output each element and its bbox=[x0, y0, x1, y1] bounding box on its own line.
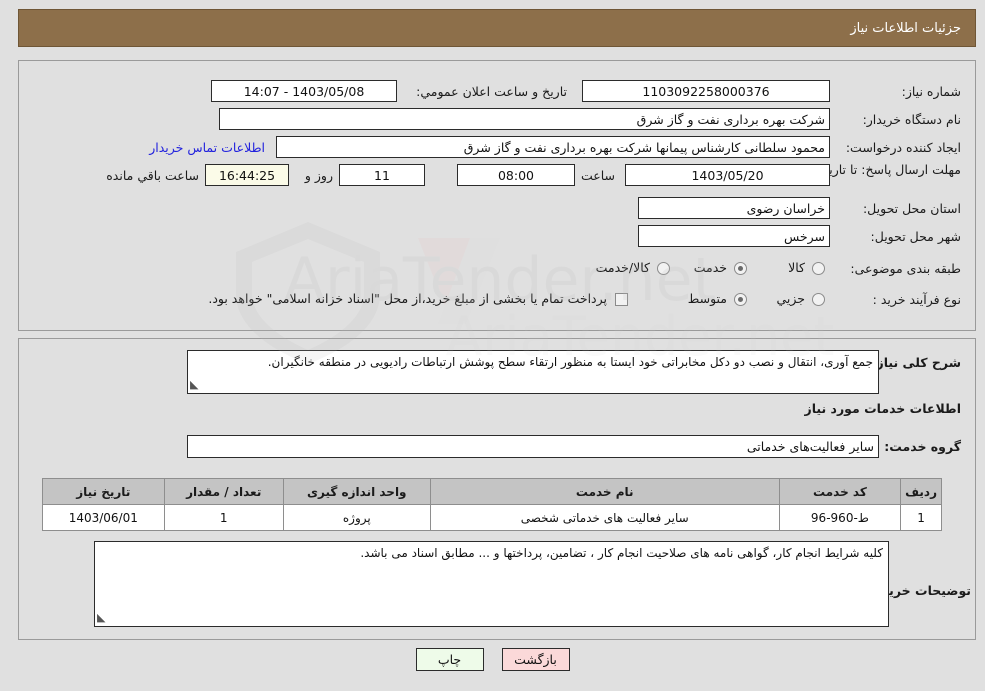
announce-datetime-field[interactable]: 1403/05/08 - 14:07 bbox=[211, 80, 397, 102]
table-row: 1 ط-960-96 سایر فعالیت های خدماتی شخصی پ… bbox=[42, 504, 942, 531]
cell-date: 1403/06/01 bbox=[42, 504, 165, 531]
th-qty: تعداد / مقدار bbox=[163, 478, 284, 505]
cell-row: 1 bbox=[900, 504, 942, 531]
category-radio-khedmat[interactable] bbox=[734, 262, 747, 275]
deadline-hour-field[interactable]: 08:00 bbox=[457, 164, 575, 186]
deadline-hour-label: ساعت bbox=[580, 168, 615, 183]
th-date: تاریخ نیاز bbox=[42, 478, 165, 505]
services-table: ردیف کد خدمت نام خدمت واحد اندازه گیری ت… bbox=[42, 478, 942, 531]
announce-label: تاریخ و ساعت اعلان عمومي: bbox=[416, 84, 567, 99]
treasury-docs-checkbox[interactable] bbox=[615, 293, 628, 306]
print-button[interactable]: چاپ bbox=[415, 648, 484, 671]
deadline-days-field[interactable]: 11 bbox=[339, 164, 425, 186]
category-radio-kala[interactable] bbox=[812, 262, 825, 275]
resize-grip-icon-notes[interactable]: ◢ bbox=[97, 610, 105, 626]
category-option-label-1: خدمت bbox=[693, 260, 727, 275]
th-unit: واحد اندازه گیری bbox=[282, 478, 431, 505]
buyer-org-label: نام دستگاه خریدار: bbox=[862, 112, 961, 127]
process-radio-jozie[interactable] bbox=[812, 293, 825, 306]
need-summary-textarea[interactable]: جمع آوری، انتقال و نصب دو دکل مخابراتی خ… bbox=[187, 350, 879, 394]
page-title: جزئیات اطلاعات نیاز bbox=[850, 20, 961, 36]
th-name: نام خدمت bbox=[429, 478, 780, 505]
buyer-notes-text: کلیه شرایط انجام کار، گواهی نامه های صلا… bbox=[360, 546, 883, 560]
need-summary-text: جمع آوری، انتقال و نصب دو دکل مخابراتی خ… bbox=[267, 355, 873, 369]
resize-grip-icon[interactable]: ◢ bbox=[190, 377, 198, 393]
page-root: جزئیات اطلاعات نیاز شماره نیاز: 11030922… bbox=[0, 0, 985, 691]
page-header: جزئیات اطلاعات نیاز bbox=[18, 9, 976, 47]
deadline-label: مهلت ارسال پاسخ: تا تاریخ: bbox=[816, 162, 961, 177]
category-label: طبقه بندی موضوعی: bbox=[850, 261, 961, 276]
creator-field[interactable]: محمود سلطانی کارشناس پیمانها شرکت بهره ب… bbox=[276, 136, 830, 158]
city-field[interactable]: سرخس bbox=[638, 225, 830, 247]
deadline-date-field[interactable]: 1403/05/20 bbox=[625, 164, 830, 186]
cell-name: سایر فعالیت های خدماتی شخصی bbox=[429, 504, 780, 531]
service-group-label: گروه خدمت: bbox=[884, 439, 961, 454]
need-number-field[interactable]: 1103092258000376 bbox=[582, 80, 830, 102]
buyer-org-field[interactable]: شرکت بهره برداری نفت و گاز شرق bbox=[219, 108, 830, 130]
deadline-countdown-field: 16:44:25 bbox=[205, 164, 289, 186]
th-code: کد خدمت bbox=[778, 478, 902, 505]
category-option-label-0: کالا bbox=[788, 260, 805, 275]
th-row: ردیف bbox=[900, 478, 942, 505]
category-radio-kala-khedmat[interactable] bbox=[657, 262, 670, 275]
services-info-heading: اطلاعات خدمات مورد نیاز bbox=[804, 401, 962, 416]
buyer-notes-textarea[interactable]: کلیه شرایط انجام کار، گواهی نامه های صلا… bbox=[94, 541, 889, 627]
city-label: شهر محل تحویل: bbox=[870, 229, 961, 244]
need-info-panel: شماره نیاز: 1103092258000376 تاریخ و ساع… bbox=[18, 60, 976, 331]
purchase-process-label: نوع فرآیند خرید : bbox=[872, 292, 961, 307]
need-summary-label: شرح کلی نیاز: bbox=[871, 355, 961, 370]
category-option-label-2: کالا/خدمت bbox=[595, 260, 650, 275]
buyer-contact-link[interactable]: اطلاعات تماس خریدار bbox=[149, 140, 265, 155]
cell-qty: 1 bbox=[163, 504, 284, 531]
province-field[interactable]: خراسان رضوی bbox=[638, 197, 830, 219]
province-label: استان محل تحویل: bbox=[862, 201, 961, 216]
deadline-countdown-suffix: ساعت باقي مانده bbox=[106, 168, 199, 183]
need-number-label: شماره نیاز: bbox=[901, 84, 961, 99]
button-bar: بازگشت چاپ bbox=[0, 648, 985, 671]
process-option-label-1: متوسط bbox=[687, 291, 727, 306]
back-button[interactable]: بازگشت bbox=[501, 648, 570, 671]
deadline-days-suffix: روز و bbox=[304, 168, 333, 183]
cell-unit: پروژه bbox=[282, 504, 431, 531]
treasury-docs-label: پرداخت تمام یا بخشی از مبلغ خرید،از محل … bbox=[208, 291, 607, 306]
creator-label: ایجاد کننده درخواست: bbox=[845, 140, 961, 155]
service-group-field[interactable]: سایر فعالیت‌های خدماتی bbox=[187, 435, 879, 458]
table-header-row: ردیف کد خدمت نام خدمت واحد اندازه گیری ت… bbox=[42, 478, 942, 505]
process-radio-motavaset[interactable] bbox=[734, 293, 747, 306]
cell-code: ط-960-96 bbox=[778, 504, 902, 531]
process-option-label-0: جزیي bbox=[776, 291, 805, 306]
